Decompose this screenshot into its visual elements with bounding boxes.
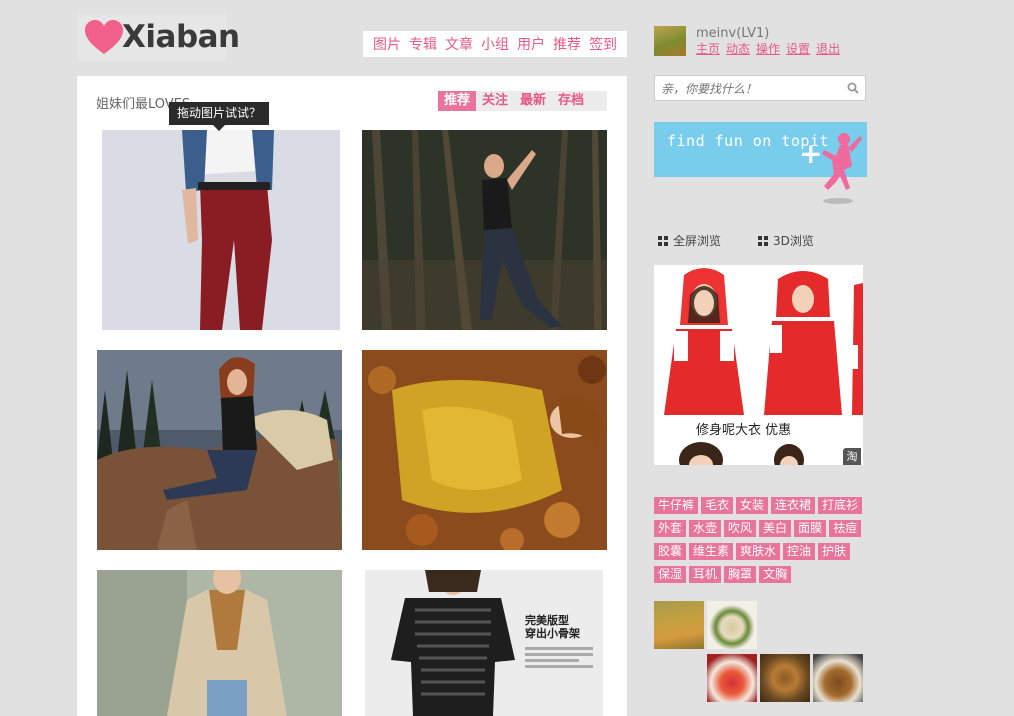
ad-image-bottom-left bbox=[679, 442, 723, 465]
following-avatar[interactable] bbox=[654, 601, 704, 649]
user-link-actions[interactable]: 操作 bbox=[756, 42, 780, 56]
tag-cloud: 牛仔裤 毛衣 女装 连衣裙 打底衫外套 水壶 吹风 美白 面膜 祛痘胶囊 维生素 爽肤水 控油 护肤保湿耳… bbox=[654, 494, 880, 586]
tag[interactable]: 祛痘 bbox=[829, 520, 862, 537]
following-avatar[interactable] bbox=[707, 601, 757, 649]
3d-view-label: 3D浏览 bbox=[773, 234, 814, 248]
tag[interactable]: 胶囊 bbox=[654, 543, 687, 560]
fullscreen-view-label: 全屏浏览 bbox=[673, 234, 722, 248]
search-icon[interactable] bbox=[847, 82, 859, 94]
tab-archive[interactable]: 存档 bbox=[552, 91, 590, 111]
photo-item[interactable] bbox=[97, 570, 342, 716]
3d-view-button[interactable]: 3D浏览 bbox=[758, 232, 814, 249]
ad-image-left bbox=[654, 265, 754, 415]
drag-tooltip: 拖动图片试试？ bbox=[169, 102, 269, 131]
promo-banner[interactable]: find fun on topit + bbox=[654, 122, 867, 204]
heart-icon bbox=[85, 20, 123, 54]
username[interactable]: meinv(LV1) bbox=[696, 26, 769, 41]
nav-item-albums[interactable]: 专辑 bbox=[409, 34, 437, 54]
jumping-girl-icon bbox=[822, 133, 862, 204]
ad-caption: 修身呢大衣 优惠 bbox=[696, 423, 792, 438]
search-box bbox=[654, 75, 866, 101]
tag[interactable]: 保湿 bbox=[654, 566, 687, 583]
tag[interactable]: 面膜 bbox=[794, 520, 827, 537]
tag[interactable]: 女装 bbox=[736, 497, 769, 514]
tag[interactable]: 护肤 bbox=[818, 543, 851, 560]
user-link-settings[interactable]: 设置 bbox=[786, 42, 810, 56]
nav-item-checkin[interactable]: 签到 bbox=[589, 34, 617, 54]
nav-item-recommend[interactable]: 推荐 bbox=[553, 34, 581, 54]
tag[interactable]: 水壶 bbox=[689, 520, 722, 537]
top-nav: 图片 专辑 文章 小组 用户 推荐 签到 bbox=[363, 31, 627, 57]
photo-overlay-fineprint bbox=[525, 644, 593, 671]
nav-item-images[interactable]: 图片 bbox=[373, 34, 401, 54]
ad-image-middle bbox=[758, 265, 848, 415]
grid-icon bbox=[758, 236, 768, 246]
user-nav: 主页 动态 操作 设置 退出 bbox=[696, 40, 846, 57]
nav-item-groups[interactable]: 小组 bbox=[481, 34, 509, 54]
nav-item-articles[interactable]: 文章 bbox=[445, 34, 473, 54]
tab-recommended[interactable]: 推荐 bbox=[438, 91, 477, 111]
photo-item[interactable] bbox=[362, 130, 607, 330]
tag[interactable]: 控油 bbox=[783, 543, 816, 560]
grid-icon bbox=[658, 236, 668, 246]
photo-item[interactable]: 完美版型 穿出小骨架 bbox=[365, 570, 603, 716]
photo-image bbox=[365, 570, 603, 716]
search-input[interactable] bbox=[659, 79, 843, 99]
photo-overlay-text: 完美版型 穿出小骨架 bbox=[525, 614, 580, 640]
tag[interactable]: 打底衫 bbox=[818, 497, 863, 514]
tag[interactable]: 维生素 bbox=[689, 543, 734, 560]
tag[interactable]: 耳机 bbox=[689, 566, 722, 583]
tag[interactable]: 连衣裙 bbox=[771, 497, 816, 514]
user-avatar[interactable] bbox=[654, 26, 686, 56]
site-logo[interactable]: Xiaban bbox=[77, 14, 240, 62]
tag[interactable]: 胸罩 bbox=[724, 566, 757, 583]
user-link-logout[interactable]: 退出 bbox=[816, 42, 840, 56]
fullscreen-view-button[interactable]: 全屏浏览 bbox=[658, 232, 721, 249]
tag[interactable]: 爽肤水 bbox=[736, 543, 781, 560]
ad-box[interactable]: 修身呢大衣 优惠 淘 bbox=[654, 265, 863, 465]
tab-latest[interactable]: 最新 bbox=[514, 91, 552, 111]
main-panel: 姐妹们最LOVES 推荐 关注 最新 存档 完美版型 穿出小骨架 bbox=[77, 76, 627, 716]
ad-image-bottom-middle bbox=[774, 444, 804, 465]
tag[interactable]: 文胸 bbox=[759, 566, 792, 583]
tag[interactable]: 美白 bbox=[759, 520, 792, 537]
tag[interactable]: 吹风 bbox=[724, 520, 757, 537]
user-link-activity[interactable]: 动态 bbox=[726, 42, 750, 56]
photo-item[interactable] bbox=[97, 350, 342, 550]
logo-text: Xiaban bbox=[122, 19, 240, 55]
tag[interactable]: 毛衣 bbox=[701, 497, 734, 514]
tag[interactable]: 牛仔裤 bbox=[654, 497, 699, 514]
user-link-home[interactable]: 主页 bbox=[696, 42, 720, 56]
ad-image-right bbox=[850, 265, 863, 415]
photo-item[interactable] bbox=[102, 130, 340, 330]
tag[interactable]: 外套 bbox=[654, 520, 687, 537]
nav-item-users[interactable]: 用户 bbox=[517, 34, 545, 54]
overlay-line-2: 穿出小骨架 bbox=[525, 627, 580, 640]
photo-item[interactable] bbox=[362, 350, 607, 550]
tab-following[interactable]: 关注 bbox=[476, 91, 514, 111]
taobao-badge: 淘 bbox=[843, 448, 861, 465]
overlay-line-1: 完美版型 bbox=[525, 614, 569, 627]
feed-tabs: 推荐 关注 最新 存档 bbox=[438, 91, 607, 111]
